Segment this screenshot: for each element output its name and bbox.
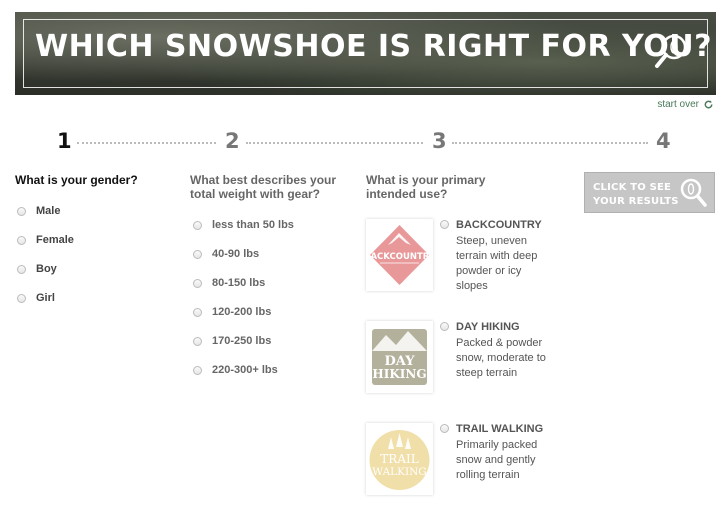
- weight-question: What best describes your total weight wi…: [190, 173, 336, 201]
- weight-option[interactable]: 220-300+ lbs: [193, 364, 278, 376]
- radio-button[interactable]: [193, 278, 202, 288]
- gender-question: What is your gender?: [15, 173, 138, 187]
- see-results-button[interactable]: CLICK TO SEE YOUR RESULTS: [584, 172, 715, 213]
- use-description: Packed & powder snow, moderate to steep …: [456, 337, 546, 379]
- step-divider: [452, 142, 648, 144]
- radio-button[interactable]: [17, 206, 26, 216]
- option-label: 120-200 lbs: [212, 306, 272, 318]
- radio-button[interactable]: [17, 293, 26, 303]
- step-divider: [77, 142, 216, 144]
- option-label: Girl: [36, 292, 55, 304]
- header-banner: WHICH SNOWSHOE IS RIGHT FOR YOU?: [15, 12, 716, 95]
- option-label: 40-90 lbs: [212, 248, 260, 260]
- radio-button[interactable]: [193, 249, 202, 259]
- radio-button[interactable]: [440, 220, 449, 229]
- radio-button[interactable]: [17, 235, 26, 245]
- badge-text: HIKING: [372, 367, 426, 381]
- use-description: Primarily packed snow and gently rolling…: [456, 439, 538, 481]
- gender-option-male[interactable]: Male: [17, 205, 60, 217]
- option-label: Male: [36, 205, 61, 217]
- radio-button[interactable]: [193, 220, 202, 230]
- use-title: DAY HIKING: [456, 321, 520, 333]
- option-label: 80-150 lbs: [212, 277, 266, 289]
- see-results-label: CLICK TO SEE YOUR RESULTS: [593, 181, 679, 209]
- option-label: 220-300+ lbs: [212, 364, 278, 376]
- radio-button[interactable]: [193, 307, 202, 317]
- weight-option[interactable]: 120-200 lbs: [193, 306, 271, 318]
- option-label: less than 50 lbs: [212, 219, 294, 231]
- gender-option-girl[interactable]: Girl: [17, 292, 55, 304]
- weight-option[interactable]: 40-90 lbs: [193, 248, 259, 260]
- step-divider: [246, 142, 423, 144]
- option-label: 170-250 lbs: [212, 335, 272, 347]
- question-line: intended use?: [366, 187, 448, 201]
- option-label: Boy: [36, 263, 57, 275]
- question-line: total weight with gear?: [190, 187, 321, 201]
- step-2-number: 2: [225, 129, 240, 153]
- radio-button[interactable]: [193, 336, 202, 346]
- badge-text: WALKING: [372, 466, 426, 478]
- question-line: What best describes your: [190, 173, 337, 187]
- backcountry-badge[interactable]: BACKCOUNTRY: [364, 219, 436, 291]
- step-3-number: 3: [432, 129, 447, 153]
- start-over-label: start over: [657, 99, 699, 110]
- badge-text: BACKCOUNTRY: [366, 252, 433, 262]
- trail-walking-badge-icon: TRAIL WALKING: [369, 430, 430, 490]
- start-over-link[interactable]: start over: [657, 99, 714, 110]
- cta-line: YOUR RESULTS: [593, 196, 679, 207]
- search-icon: [680, 178, 707, 207]
- radio-button[interactable]: [440, 424, 449, 433]
- weight-option[interactable]: 170-250 lbs: [193, 335, 271, 347]
- radio-button[interactable]: [440, 322, 449, 331]
- use-title: TRAIL WALKING: [456, 423, 544, 435]
- radio-button[interactable]: [17, 264, 26, 274]
- page-title: WHICH SNOWSHOE IS RIGHT FOR YOU?: [35, 29, 712, 64]
- option-label: Female: [36, 234, 74, 246]
- step-4-number: 4: [656, 129, 671, 153]
- refresh-icon: [704, 100, 713, 109]
- radio-button[interactable]: [193, 365, 202, 375]
- snowshoe-search-icon: [655, 34, 687, 68]
- weight-option[interactable]: less than 50 lbs: [193, 219, 294, 231]
- use-title: BACKCOUNTRY: [456, 219, 542, 231]
- use-description: Steep, uneven terrain with deep powder o…: [456, 235, 538, 292]
- step-1-number: 1: [57, 129, 72, 153]
- backcountry-badge-icon: BACKCOUNTRY: [364, 225, 436, 285]
- gender-option-boy[interactable]: Boy: [17, 263, 57, 275]
- day-hiking-badge-icon: DAY HIKING: [372, 329, 427, 385]
- use-question: What is your primary intended use?: [366, 173, 485, 201]
- day-hiking-badge[interactable]: DAY HIKING: [366, 321, 433, 393]
- weight-option[interactable]: 80-150 lbs: [193, 277, 265, 289]
- question-line: What is your primary: [366, 173, 486, 187]
- gender-option-female[interactable]: Female: [17, 234, 74, 246]
- trail-walking-badge[interactable]: TRAIL WALKING: [366, 423, 433, 495]
- cta-line: CLICK TO SEE: [593, 182, 672, 193]
- badge-text: TRAIL: [380, 452, 418, 466]
